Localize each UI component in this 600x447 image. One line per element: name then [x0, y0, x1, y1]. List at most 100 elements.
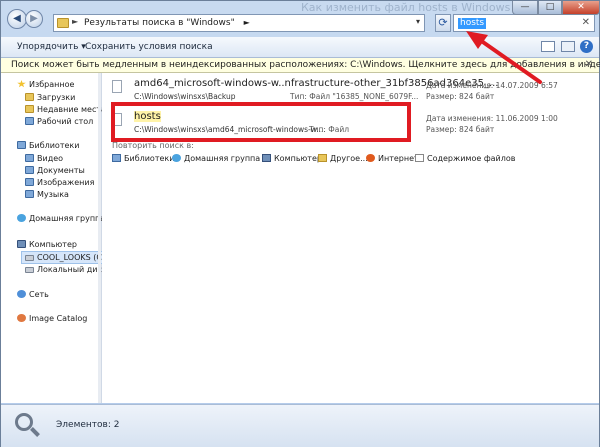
sidebar-item-label: Избранное	[29, 80, 75, 89]
breadcrumb-arrow: ►	[243, 18, 250, 27]
sidebar-item-label: Домашняя группа	[29, 214, 106, 223]
file-size: Размер: 824 байт	[426, 125, 495, 134]
search-again-file-contents[interactable]: Содержимое файлов	[415, 154, 515, 163]
file-modified: Дата изменения: 14.07.2009 6:57	[426, 81, 558, 90]
computer-icon	[17, 240, 26, 248]
homegroup-icon	[17, 214, 26, 222]
sidebar-item-label: Загрузки	[37, 93, 76, 102]
sidebar-item-documents[interactable]: Документы	[25, 166, 85, 175]
sidebar-item-favorites[interactable]: Избранное	[17, 80, 74, 89]
downloads-folder-icon	[25, 93, 34, 101]
info-bar-text: Поиск может быть медленным в неиндексиро…	[11, 60, 600, 70]
folder-icon	[57, 18, 69, 28]
search-again-libraries[interactable]: Библиотеки	[112, 154, 174, 163]
libraries-icon	[112, 154, 121, 162]
index-info-bar[interactable]: Поиск может быть медленным в неиндексиро…	[1, 58, 600, 73]
explorer-window: Как изменить файл hosts в Windows 7? ◀ ▶…	[0, 0, 600, 447]
documents-library-icon	[25, 166, 34, 174]
address-field[interactable]: ► Результаты поиска в "Windows" ► ▾	[53, 14, 425, 32]
video-library-icon	[25, 154, 34, 162]
help-icon[interactable]: ?	[580, 40, 593, 53]
sidebar-item-label: Image Catalog	[29, 314, 88, 323]
sidebar-item-label: Библиотеки	[29, 141, 80, 150]
navigation-pane: Избранное Загрузки Недавние места Рабочи…	[1, 73, 119, 403]
sidebar-item-label: Рабочий стол	[37, 117, 94, 126]
address-bar-area: Как изменить файл hosts в Windows 7? ◀ ▶…	[1, 1, 600, 37]
drive-icon	[25, 267, 34, 273]
sidebar-item-downloads[interactable]: Загрузки	[25, 93, 75, 102]
close-button[interactable]: ✕	[562, 1, 600, 15]
minimize-button[interactable]: —	[512, 1, 538, 15]
breadcrumb-search-results: Результаты поиска в "Windows"	[84, 18, 235, 28]
search-again-internet[interactable]: Интернет	[366, 154, 419, 163]
sidebar-item-label: Документы	[37, 166, 85, 175]
location-label: Другое...	[330, 154, 368, 163]
sidebar-item-computer[interactable]: Компьютер	[17, 240, 77, 249]
search-again-other[interactable]: Другое...	[318, 154, 368, 163]
sidebar-item-label: Музыка	[37, 190, 69, 199]
sidebar-item-label: Сеть	[29, 290, 49, 299]
drive-icon	[25, 255, 34, 261]
sidebar-item-label: Видео	[37, 154, 64, 163]
file-type: Тип: Файл "16385_NONE_6079F...	[290, 92, 419, 101]
sidebar-item-image-catalog[interactable]: Image Catalog	[17, 314, 87, 323]
images-library-icon	[25, 178, 34, 186]
star-icon	[17, 80, 26, 88]
address-dropdown-icon[interactable]: ▾	[416, 17, 420, 26]
location-label: Библиотеки	[124, 154, 175, 163]
browser-icon	[366, 154, 375, 162]
location-label: Содержимое файлов	[427, 154, 516, 163]
maximize-button[interactable]: □	[538, 1, 562, 15]
organize-menu[interactable]: Упорядочить ▾	[17, 42, 86, 52]
sidebar-item-recent[interactable]: Недавние места	[25, 105, 106, 114]
sidebar-item-network[interactable]: Сеть	[17, 290, 49, 299]
sidebar-item-video[interactable]: Видео	[25, 154, 63, 163]
magnifier-handle	[30, 427, 40, 437]
file-modified: Дата изменения: 11.06.2009 1:00	[426, 114, 558, 123]
location-label: Домашняя группа	[184, 154, 261, 163]
breadcrumb[interactable]: Результаты поиска в "Windows" ►	[84, 18, 250, 28]
sidebar-item-label: Недавние места	[37, 105, 106, 114]
sidebar-scrollbar[interactable]	[98, 73, 101, 403]
search-again-computer[interactable]: Компьютер	[262, 154, 322, 163]
change-view-icon[interactable]	[541, 41, 555, 52]
background-title: Как изменить файл hosts в Windows 7?	[301, 1, 527, 14]
breadcrumb-separator: ►	[72, 17, 79, 26]
folder-icon	[318, 154, 327, 162]
sidebar-item-music[interactable]: Музыка	[25, 190, 69, 199]
clear-search-icon[interactable]: ✕	[582, 17, 590, 28]
command-bar: Упорядочить ▾ Сохранить условия поиска ?	[1, 37, 599, 58]
search-input[interactable]: hosts ✕	[453, 14, 595, 32]
refresh-button[interactable]: ⟳	[435, 14, 451, 32]
desktop-icon	[25, 117, 34, 125]
image-catalog-icon	[17, 314, 26, 322]
item-count: Элементов: 2	[56, 420, 120, 430]
sidebar-item-images[interactable]: Изображения	[25, 178, 94, 187]
file-contents-icon	[415, 154, 424, 162]
recent-places-icon	[25, 105, 34, 113]
sidebar-item-homegroup[interactable]: Домашняя группа	[17, 214, 105, 223]
file-icon	[112, 80, 122, 93]
computer-icon	[262, 154, 271, 162]
save-search-button[interactable]: Сохранить условия поиска	[85, 42, 213, 52]
sidebar-item-label: Компьютер	[29, 240, 77, 249]
sidebar-item-label: Изображения	[37, 178, 95, 187]
file-size: Размер: 824 байт	[426, 92, 495, 101]
search-again-homegroup[interactable]: Домашняя группа	[172, 154, 260, 163]
sidebar-item-desktop[interactable]: Рабочий стол	[25, 117, 93, 126]
search-again-label: Повторить поиск в:	[112, 141, 194, 150]
details-pane: Элементов: 2	[1, 404, 599, 447]
results-pane: amd64_microsoft-windows-w..nfrastructure…	[102, 73, 599, 403]
location-label: Интернет	[378, 154, 419, 163]
search-query: hosts	[458, 18, 487, 29]
location-label: Компьютер	[274, 154, 322, 163]
info-bar-close-icon[interactable]: ✕	[585, 59, 593, 70]
sidebar-item-libraries[interactable]: Библиотеки	[17, 141, 79, 150]
homegroup-icon	[172, 154, 181, 162]
preview-pane-icon[interactable]	[561, 41, 575, 52]
forward-button[interactable]: ▶	[25, 10, 43, 28]
back-button[interactable]: ◀	[7, 9, 27, 29]
list-item[interactable]: amd64_microsoft-windows-w..nfrastructure…	[112, 78, 592, 104]
network-icon	[17, 290, 26, 298]
music-library-icon	[25, 190, 34, 198]
